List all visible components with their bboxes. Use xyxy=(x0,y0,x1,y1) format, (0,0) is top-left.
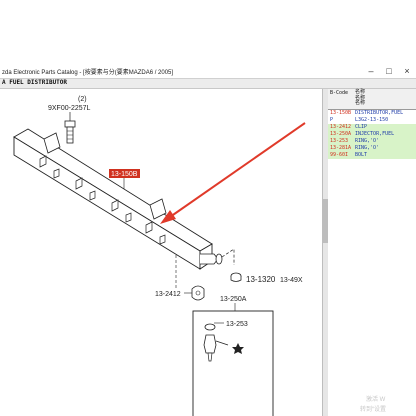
pointer-arrow xyxy=(160,122,306,224)
parts-list-header: B-Code 名称 名称 名称 xyxy=(328,89,416,110)
parts-row[interactable]: 13-2412 CLIP xyxy=(328,124,416,131)
window-title-bar: zda Electronic Parts Catalog - [按要素与分(要素… xyxy=(0,66,416,79)
fuel-rail-part[interactable] xyxy=(13,128,223,270)
parts-row-partnumber[interactable]: P L3G2-13-150 xyxy=(328,117,416,124)
parts-row[interactable]: 99-60I BOLT xyxy=(328,152,416,159)
clip-code-label[interactable]: 13-2412 xyxy=(155,291,181,298)
minimize-button[interactable]: – xyxy=(362,66,380,77)
parts-row-selected[interactable]: 13-150B DISTRIBUTOR,FUEL xyxy=(328,110,416,117)
parts-row[interactable]: 13-250A INJECTOR,FUEL xyxy=(328,131,416,138)
injector-code-label[interactable]: 13-250A xyxy=(220,296,247,303)
clip-part[interactable] xyxy=(191,285,205,301)
close-button[interactable]: × xyxy=(398,66,416,77)
activation-watermark: 激活 W xyxy=(366,397,386,403)
fuel-distributor-illustration: (2) 9XF00-2257L 13-150B 13-1320 13-49X 1… xyxy=(13,96,306,416)
activation-watermark-sub: 转到“设置 xyxy=(360,407,386,413)
parts-list: 13-150B DISTRIBUTOR,FUEL P L3G2-13-150 1… xyxy=(328,110,416,159)
col-desc-header[interactable]: 名称 名称 名称 xyxy=(355,89,415,107)
parts-list-panel: B-Code 名称 名称 名称 13-150B DISTRIBUTOR,FUEL… xyxy=(328,89,416,416)
bolt-code-label[interactable]: 9XF00-2257L xyxy=(48,105,91,112)
parts-diagram[interactable]: (2) 9XF00-2257L 13-150B 13-1320 13-49X 1… xyxy=(0,89,322,416)
maximize-button[interactable]: □ xyxy=(380,66,398,77)
ring-suffix-label[interactable]: 13-49X xyxy=(280,277,303,284)
o-ring-part[interactable] xyxy=(230,272,242,282)
ring2-code-label[interactable]: 13-253 xyxy=(226,321,248,328)
section-title: A FUEL DISTRIBUTOR xyxy=(2,79,68,86)
bolt-qty-label: (2) xyxy=(78,96,87,103)
section-header: A FUEL DISTRIBUTOR xyxy=(0,79,416,89)
selected-part-code: 13-150B xyxy=(111,171,138,178)
parts-row[interactable]: 13-281A RING,'O' xyxy=(328,145,416,152)
window-title: zda Electronic Parts Catalog - [按要素与分(要素… xyxy=(2,70,174,76)
bolt-part[interactable] xyxy=(64,120,76,144)
ring-code-label[interactable]: 13-1320 xyxy=(246,275,276,284)
parts-row[interactable]: 13-253 RING,'O' xyxy=(328,138,416,145)
col-code-header[interactable]: B-Code xyxy=(330,90,348,96)
